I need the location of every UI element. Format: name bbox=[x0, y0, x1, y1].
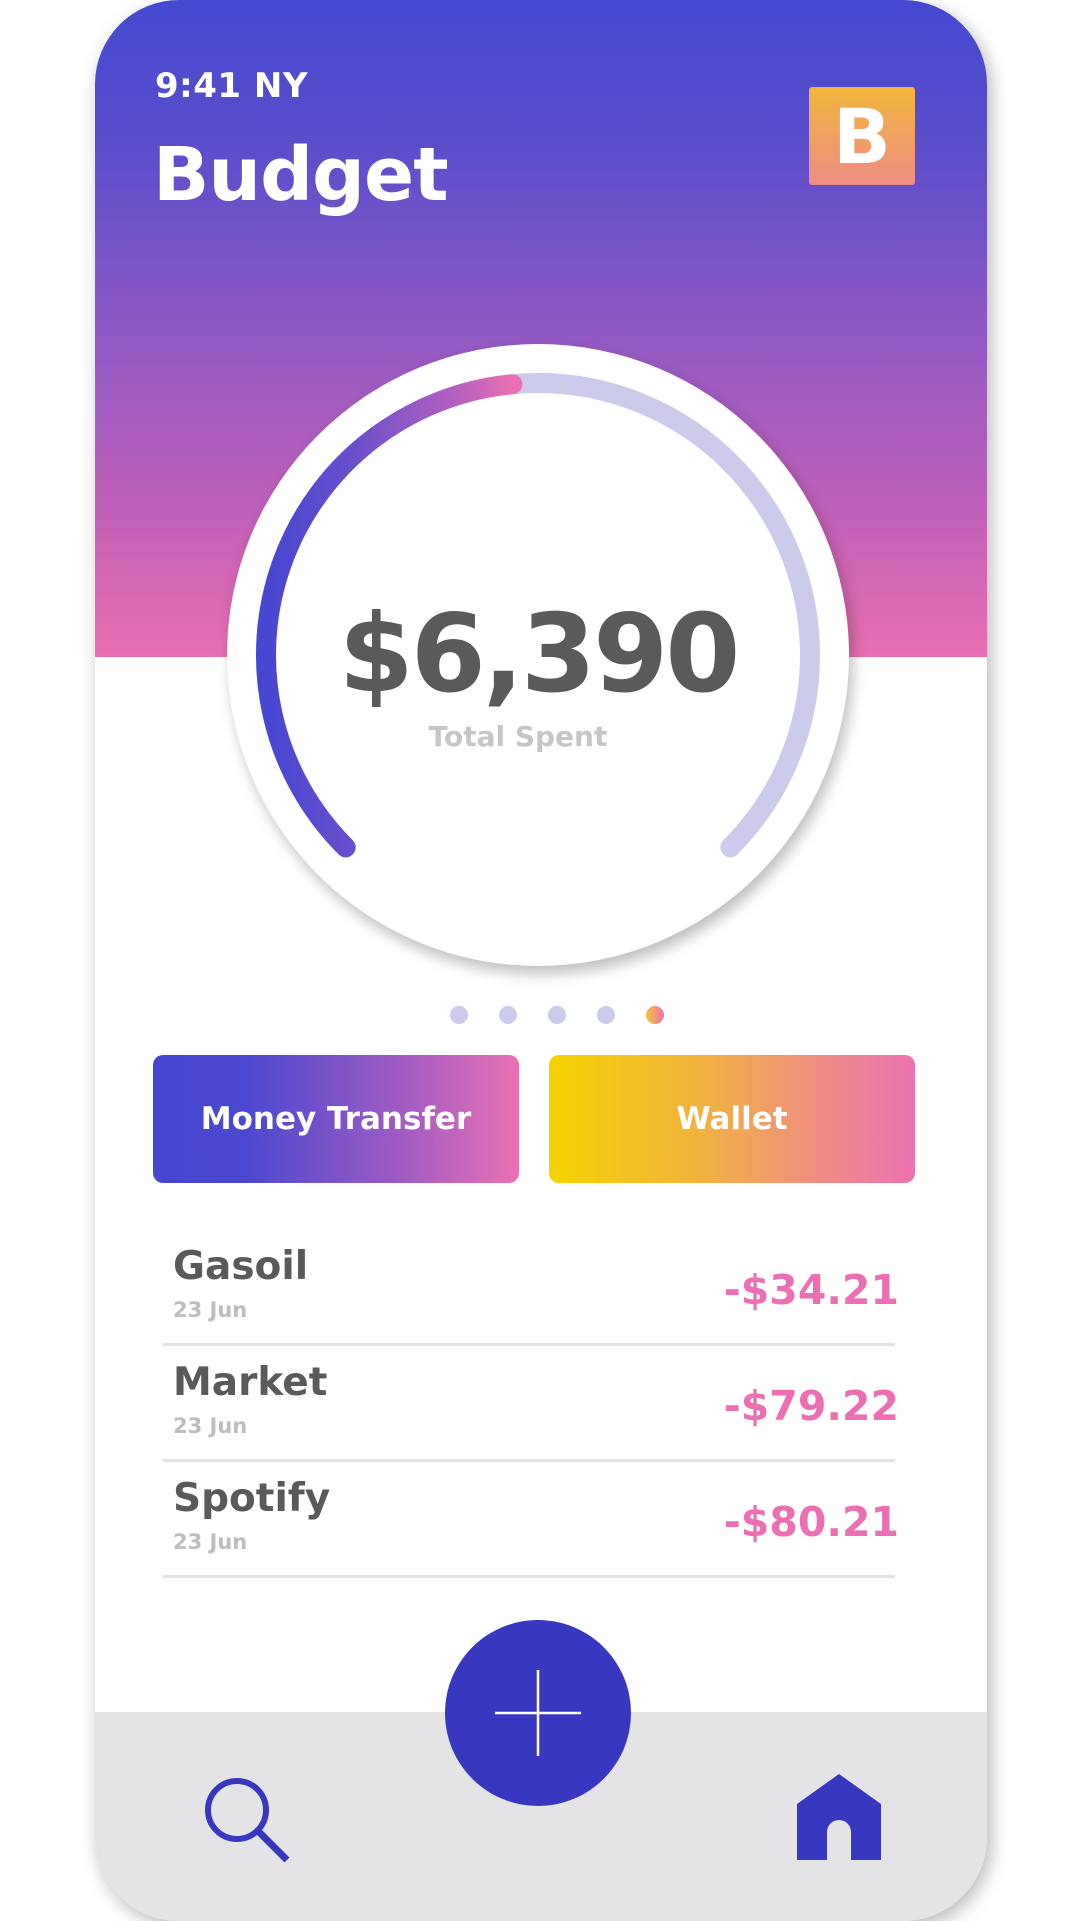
transaction-date: 23 Jun bbox=[173, 1530, 248, 1554]
page-dot[interactable] bbox=[597, 1006, 615, 1024]
add-button[interactable] bbox=[445, 1620, 631, 1806]
transaction-name: Market bbox=[173, 1360, 328, 1405]
money-transfer-button[interactable]: Money Transfer bbox=[153, 1055, 519, 1183]
phone-screen: 9:41 NY Budget B $6,390 Total Spent Mone… bbox=[95, 0, 987, 1921]
transaction-list: Gasoil 23 Jun -$34.21 Market 23 Jun -$79… bbox=[163, 1230, 899, 1578]
money-transfer-label: Money Transfer bbox=[200, 1101, 472, 1137]
list-item[interactable]: Gasoil 23 Jun -$34.21 bbox=[163, 1230, 899, 1346]
transaction-name: Gasoil bbox=[173, 1244, 309, 1289]
search-icon[interactable] bbox=[199, 1772, 295, 1868]
transaction-date: 23 Jun bbox=[173, 1298, 248, 1322]
page-dot[interactable] bbox=[646, 1006, 664, 1024]
status-time: 9:41 NY bbox=[155, 66, 308, 106]
transaction-amount: -$79.22 bbox=[723, 1382, 899, 1430]
total-spent-label: Total Spent bbox=[428, 720, 608, 753]
page-dot[interactable] bbox=[548, 1006, 566, 1024]
plus-icon bbox=[495, 1670, 581, 1756]
logo-letter: B bbox=[833, 91, 891, 181]
page-dot[interactable] bbox=[499, 1006, 517, 1024]
list-item[interactable]: Market 23 Jun -$79.22 bbox=[163, 1346, 899, 1462]
total-spent-amount: $6,390 bbox=[338, 592, 741, 717]
page-title: Budget bbox=[153, 132, 449, 218]
app-logo[interactable]: B bbox=[809, 87, 915, 185]
wallet-button[interactable]: Wallet bbox=[549, 1055, 915, 1183]
list-item[interactable]: Spotify 23 Jun -$80.21 bbox=[163, 1462, 899, 1578]
transaction-amount: -$34.21 bbox=[723, 1266, 899, 1314]
wallet-label: Wallet bbox=[676, 1101, 788, 1137]
transaction-name: Spotify bbox=[173, 1476, 331, 1521]
transaction-date: 23 Jun bbox=[173, 1414, 248, 1438]
home-icon[interactable] bbox=[797, 1774, 881, 1860]
transaction-amount: -$80.21 bbox=[723, 1498, 899, 1546]
page-dot[interactable] bbox=[450, 1006, 468, 1024]
spending-dial: $6,390 Total Spent bbox=[227, 344, 849, 966]
